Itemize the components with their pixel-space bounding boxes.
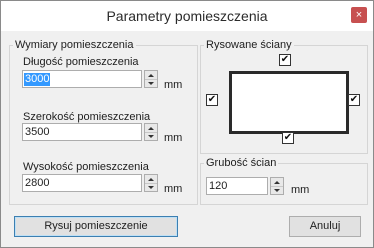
dimensions-group-label: Wymiary pomieszczenia	[13, 39, 136, 52]
height-input[interactable]: 2800	[22, 174, 142, 192]
height-value: 2800	[25, 177, 50, 189]
draw-room-button[interactable]: Rysuj pomieszczenie	[14, 216, 178, 237]
left-wall-checkbox[interactable]: ✔	[206, 94, 218, 106]
length-input[interactable]: 3000	[22, 70, 142, 88]
thickness-unit: mm	[291, 184, 310, 196]
height-spinner[interactable]	[144, 174, 158, 192]
height-unit: mm	[164, 183, 183, 195]
width-unit: mm	[164, 132, 183, 144]
cancel-button[interactable]: Anuluj	[289, 216, 361, 237]
dialog-title: Parametry pomieszczenia	[106, 8, 268, 24]
thickness-group-label: Grubość ścian	[204, 157, 279, 170]
width-value: 3500	[25, 126, 50, 138]
walls-group-label: Rysowane ściany	[204, 39, 294, 52]
room-preview	[229, 71, 349, 134]
bottom-wall-checkbox[interactable]: ✔	[282, 132, 294, 144]
length-unit: mm	[164, 79, 183, 91]
width-spinner[interactable]	[144, 123, 158, 141]
length-value: 3000	[24, 73, 51, 86]
length-spinner[interactable]	[144, 70, 158, 88]
thickness-spinner[interactable]	[270, 177, 284, 195]
thickness-input[interactable]: 120	[206, 177, 268, 195]
dialog-window: Parametry pomieszczenia × Wymiary pomies…	[0, 0, 374, 248]
close-button[interactable]: ×	[351, 7, 367, 23]
title-bar: Parametry pomieszczenia ×	[1, 1, 373, 31]
top-wall-checkbox[interactable]: ✔	[279, 54, 291, 66]
thickness-value: 120	[209, 180, 228, 192]
length-label: Długość pomieszczenia	[23, 56, 139, 68]
spin-down-icon[interactable]	[271, 186, 283, 194]
height-label: Wysokość pomieszczenia	[23, 161, 149, 173]
spin-down-icon[interactable]	[145, 79, 157, 87]
right-wall-checkbox[interactable]: ✔	[348, 94, 360, 106]
width-input[interactable]: 3500	[22, 123, 142, 141]
spin-down-icon[interactable]	[145, 132, 157, 140]
spin-down-icon[interactable]	[145, 183, 157, 191]
